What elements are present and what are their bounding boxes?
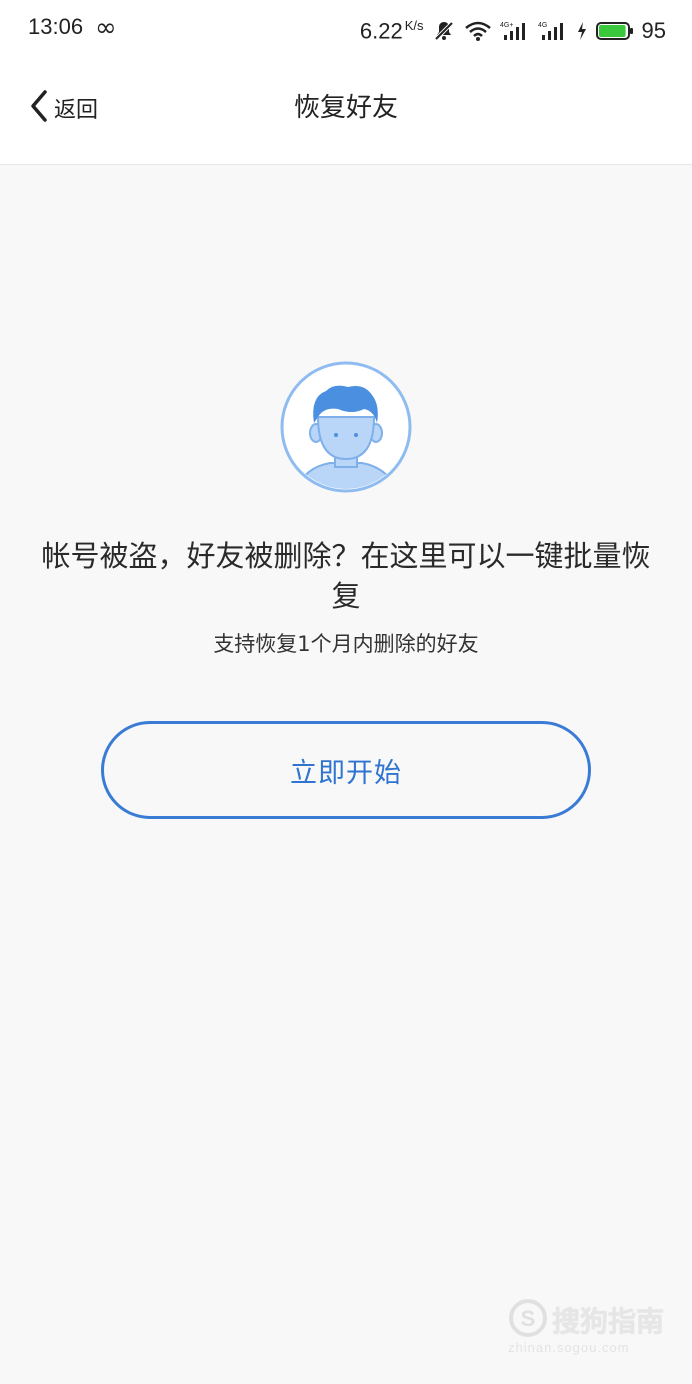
page-title: 恢复好友 — [293, 93, 398, 123]
svg-text:S: S — [521, 1306, 536, 1331]
charging-icon — [576, 19, 588, 43]
subline-text: 支持恢复1个月内删除的好友 — [213, 632, 479, 656]
infinity-icon: ∞ — [95, 13, 117, 43]
watermark-url: zhinan.sogou.com — [508, 1340, 630, 1355]
start-button[interactable]: 立即开始 — [101, 721, 591, 819]
status-bar: 13:06 ∞ 6.22 K/s 4G+ 4G 95 — [0, 0, 692, 62]
wifi-icon — [464, 19, 492, 43]
watermark: S 搜狗指南 zhinan.sogou.com — [508, 1296, 668, 1362]
sogou-logo-icon: S — [508, 1298, 548, 1342]
watermark-text: 搜狗指南 — [552, 1305, 665, 1338]
status-time: 13:06 — [28, 14, 84, 39]
headline-text: 帐号被盗，好友被删除？在这里可以一键批量恢复 — [41, 539, 651, 613]
signal-4g-plus-icon: 4G+ — [500, 19, 530, 43]
network-speed-value: 6.22 — [359, 18, 403, 44]
battery-fill — [598, 25, 626, 37]
svg-text:4G+: 4G+ — [500, 22, 513, 29]
svg-text:4G: 4G — [538, 22, 547, 29]
status-icons: 6.22 K/s 4G+ 4G 95 — [360, 14, 666, 48]
network-speed: 6.22 K/s — [360, 18, 424, 44]
signal-4g-icon: 4G — [538, 19, 568, 43]
nav-bar: 返回 恢复好友 — [0, 62, 692, 165]
mute-icon — [432, 19, 456, 43]
start-button-label: 立即开始 — [290, 757, 402, 789]
network-speed-unit: K/s — [404, 17, 424, 33]
watermark-logo: S 搜狗指南 — [508, 1298, 664, 1342]
battery-icon — [595, 20, 634, 42]
user-avatar-icon — [280, 361, 412, 493]
battery-level: 95 — [641, 18, 666, 43]
